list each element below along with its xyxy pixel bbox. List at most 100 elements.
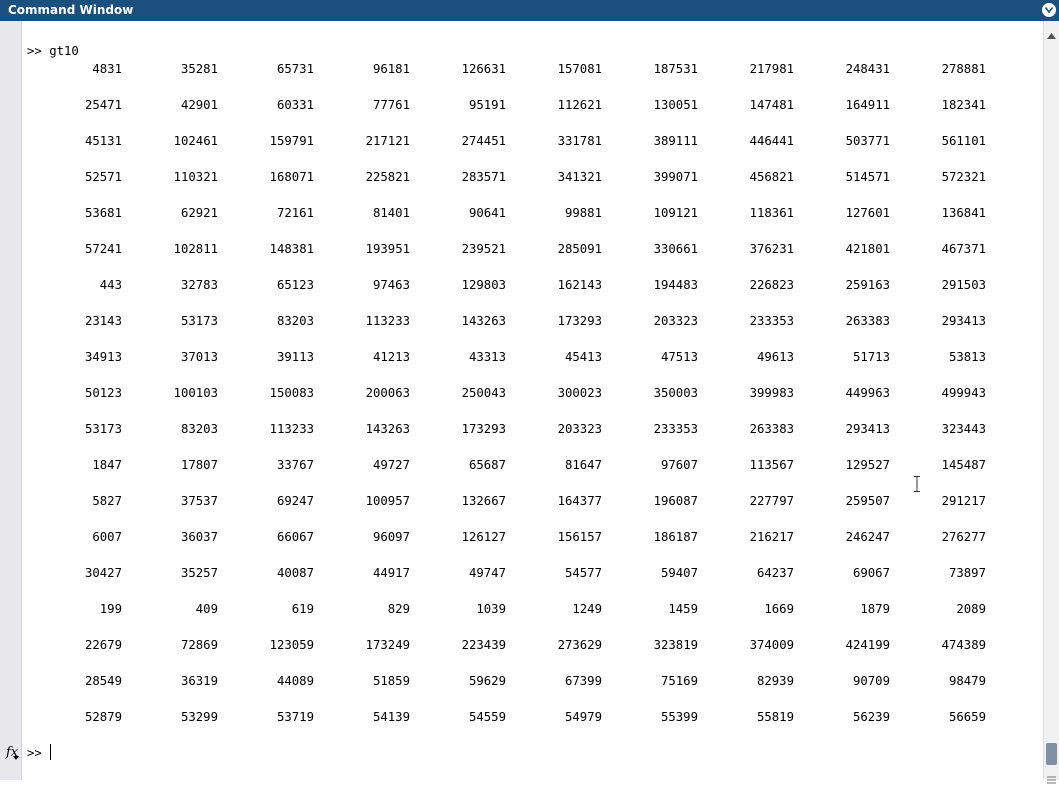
matrix-cell: 54559 [468,710,506,724]
matrix-cell: 193951 [365,242,410,256]
matrix-cell: 39113 [276,350,314,364]
matrix-cell: 278881 [941,62,986,76]
matrix-cell: 300023 [557,386,602,400]
matrix-cell: 56239 [852,710,890,724]
arrow-up-icon[interactable] [1047,24,1056,43]
matrix-cell: 196087 [653,494,698,508]
matrix-cell: 399983 [749,386,794,400]
window-title: Command Window [8,3,134,17]
matrix-cell: 331781 [557,134,602,148]
matrix-row: 25471 42901 60331 77761 95191 112621 130051 147… [22,98,1022,114]
matrix-cell: 97463 [372,278,410,292]
matrix-row: 22679 72869 123059 173249 223439 273629 323819… [22,638,1022,654]
matrix-cell: 102461 [173,134,218,148]
matrix-cell: 350003 [653,386,698,400]
matrix-cell: 250043 [461,386,506,400]
matrix-cell: 376231 [749,242,794,256]
matrix-cell: 54139 [372,710,410,724]
command-prompt-line[interactable]: fx >> [0,740,1044,766]
matrix-cell: 72161 [276,206,314,220]
matrix-cell: 35281 [180,62,218,76]
matrix-cell: 45413 [564,350,602,364]
matrix-cell: 424199 [845,638,890,652]
matrix-cell: 53813 [948,350,986,364]
matrix-cell: 49727 [372,458,410,472]
matrix-cell: 66067 [276,530,314,544]
matrix-cell: 187531 [653,62,698,76]
scroll-thumb[interactable] [1046,743,1057,765]
title-bar: Command Window [0,0,1059,21]
matrix-cell: 30427 [84,566,122,580]
matrix-cell: 28549 [84,674,122,688]
matrix-cell: 561101 [941,134,986,148]
matrix-cell: 223439 [461,638,506,652]
text-cursor-icon [914,476,920,496]
matrix-cell: 100957 [365,494,410,508]
matrix-cell: 123059 [269,638,314,652]
matrix-cell: 323819 [653,638,698,652]
matrix-cell: 97607 [660,458,698,472]
matrix-cell: 69247 [276,494,314,508]
function-caret-icon[interactable] [13,756,19,760]
matrix-cell: 129527 [845,458,890,472]
matrix-cell: 199 [99,602,122,616]
text-caret [50,744,51,760]
matrix-row: 23143 53173 83203 113233 143263 173293 203323 2… [22,314,1022,330]
matrix-row: 5827 37537 69247 100957 132667 164377 196087 22… [22,494,1022,510]
matrix-cell: 514571 [845,170,890,184]
matrix-cell: 52571 [84,170,122,184]
matrix-cell: 37013 [180,350,218,364]
matrix-cell: 51713 [852,350,890,364]
matrix-cell: 44089 [276,674,314,688]
matrix-cell: 112621 [557,98,602,112]
matrix-cell: 173249 [365,638,410,652]
matrix-cell: 233353 [653,422,698,436]
matrix-row: 50123 100103 150083 200063 250043 300023 35000… [22,386,1022,402]
matrix-cell: 52879 [84,710,122,724]
matrix-cell: 75169 [660,674,698,688]
matrix-cell: 62921 [180,206,218,220]
matrix-cell: 82939 [756,674,794,688]
matrix-cell: 499943 [941,386,986,400]
matrix-cell: 69067 [852,566,890,580]
matrix-cell: 443 [99,278,122,292]
matrix-cell: 164377 [557,494,602,508]
matrix-cell: 53173 [84,422,122,436]
matrix-cell: 143263 [365,422,410,436]
matrix-cell: 51859 [372,674,410,688]
matrix-cell: 36037 [180,530,218,544]
matrix-row: 34913 37013 39113 41213 43313 45413 47513 49613… [22,350,1022,366]
grip-icon[interactable] [1047,769,1056,788]
matrix-cell: 99881 [564,206,602,220]
matrix-row: 57241 102811 148381 193951 239521 285091 33066… [22,242,1022,258]
matrix-row: 6007 36037 66067 96097 126127 156157 186187 216… [22,530,1022,546]
command-text: gt10 [49,44,79,58]
matrix-cell: 225821 [365,170,410,184]
matrix-cell: 259163 [845,278,890,292]
matrix-cell: 263383 [749,422,794,436]
chevron-down-circle-icon[interactable] [1042,3,1056,17]
matrix-cell: 248431 [845,62,890,76]
matrix-cell: 113233 [365,314,410,328]
matrix-cell: 164911 [845,98,890,112]
matrix-cell: 5827 [92,494,122,508]
matrix-cell: 109121 [653,206,698,220]
matrix-cell: 22679 [84,638,122,652]
matrix-cell: 148381 [269,242,314,256]
vertical-scrollbar[interactable] [1043,21,1059,784]
matrix-cell: 217981 [749,62,794,76]
matrix-cell: 293413 [845,422,890,436]
matrix-cell: 45131 [84,134,122,148]
matrix-cell: 49747 [468,566,506,580]
matrix-cell: 53173 [180,314,218,328]
matrix-cell: 239521 [461,242,506,256]
matrix-cell: 65687 [468,458,506,472]
matrix-cell: 110321 [173,170,218,184]
matrix-cell: 246247 [845,530,890,544]
matrix-cell: 25471 [84,98,122,112]
command-output[interactable]: >> gt10 4831 35281 65731 96181 126631 157081 1… [22,21,1043,758]
matrix-cell: 35257 [180,566,218,580]
matrix-cell: 1879 [860,602,890,616]
matrix-cell: 113233 [269,422,314,436]
matrix-cell: 102811 [173,242,218,256]
